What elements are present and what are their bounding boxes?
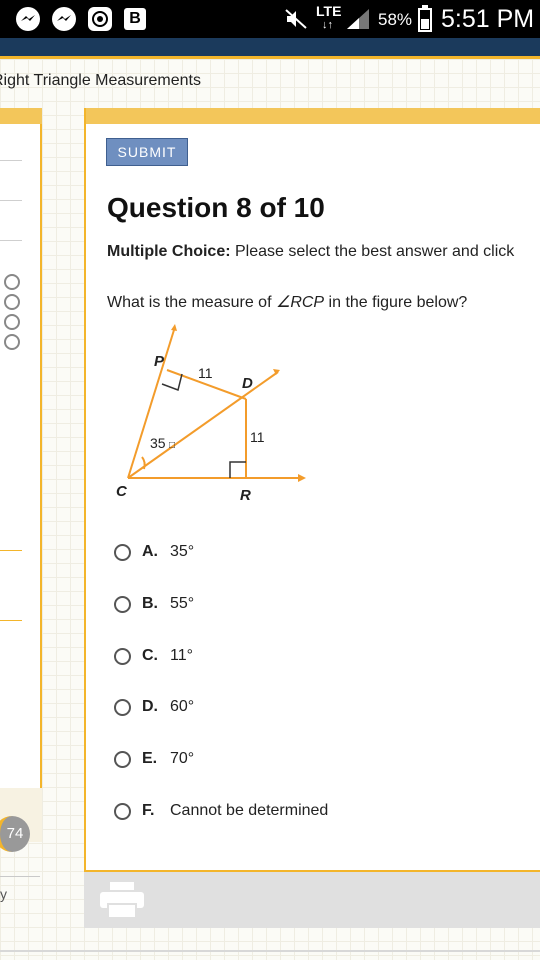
choice-text: 60° [170,698,195,715]
radio-button[interactable] [114,699,131,716]
battery-icon [418,5,432,32]
choice-letter: E. [142,750,158,767]
ray-CP [127,329,175,479]
lte-label: LTE [316,3,342,19]
choice-letter: A. [142,543,158,560]
right-angle-P [161,373,183,391]
choice-d[interactable]: D. 60° [114,696,514,718]
question-title: Question 8 of 10 [107,192,325,223]
choice-text: 70° [170,750,195,767]
left-divider [0,240,22,241]
left-divider [0,620,22,621]
shield-icon [88,7,112,31]
radio-button[interactable] [114,803,131,820]
choice-c[interactable]: C. 11° [114,645,514,667]
messenger-icon [16,7,40,31]
instruction-label: Multiple Choice: [107,243,231,260]
left-radio[interactable] [4,274,20,290]
label-R: R [240,487,251,504]
battery-percent: 58% [378,10,413,29]
radio-button[interactable] [114,596,131,613]
question-text: What is the measure of ∠RCP in the figur… [107,292,467,312]
choice-text: 55° [170,595,195,612]
left-divider [0,200,22,201]
ray-CD [127,371,279,479]
label-DR-length: 11 [250,429,265,445]
label-P: P [154,353,165,370]
choice-letter: C. [142,647,158,664]
choice-a[interactable]: A. 35° [114,541,514,563]
app-header-bar [0,38,540,56]
left-footer-text: y [0,886,7,902]
left-radio-group [4,274,20,354]
question-text-start: What is the measure of [107,294,276,311]
lte-arrows: ↓↑ [322,19,333,31]
choice-text: Cannot be determined [170,802,329,819]
left-radio[interactable] [4,294,20,310]
submit-button[interactable]: SUBMIT [106,138,188,166]
status-bar: B LTE ↓↑ 58% 5:51 PM [0,0,540,38]
question-text-end: in the figure below? [324,294,468,311]
choice-letter: F. [142,802,155,819]
question-card-header [86,108,540,124]
messenger-icon [52,7,76,31]
right-angle-R [229,461,246,478]
radio-button[interactable] [114,544,131,561]
radio-button[interactable] [114,751,131,768]
left-panel [0,108,42,842]
signal-icon [345,9,371,34]
triangle-figure: P D C R 11 11 35 □ [116,324,306,504]
radio-button[interactable] [114,648,131,665]
left-divider [0,160,22,161]
choice-letter: B. [142,595,158,612]
left-radio[interactable] [4,334,20,350]
left-divider [0,550,22,551]
label-angle-value: 35 [150,435,166,451]
label-D: D [242,375,253,392]
choice-text: 35° [170,543,195,560]
degree-symbol: □ [169,440,175,451]
choice-e[interactable]: E. 70° [114,748,514,770]
left-radio[interactable] [4,314,20,330]
clock: 5:51 PM [441,5,535,33]
bottom-divider [0,950,540,952]
left-panel-header [0,108,42,124]
page-title: Right Triangle Measurements [0,72,201,89]
choice-letter: D. [142,698,158,715]
instruction-text: Please select the best answer and click [230,243,515,260]
choice-text: 11° [170,647,194,664]
instruction: Multiple Choice: Please select the best … [107,243,514,261]
angle-name: RCP [290,294,325,311]
label-PD-length: 11 [198,365,213,381]
card-footer [84,870,540,928]
label-C: C [116,483,128,500]
mute-icon [284,8,308,35]
print-icon[interactable] [100,882,144,920]
choice-b[interactable]: B. 55° [114,593,514,615]
choice-f[interactable]: F. Cannot be determined [114,800,514,822]
left-bottom-divider [0,876,40,877]
b-app-icon: B [124,8,146,30]
angle-symbol: ∠ [275,294,291,311]
